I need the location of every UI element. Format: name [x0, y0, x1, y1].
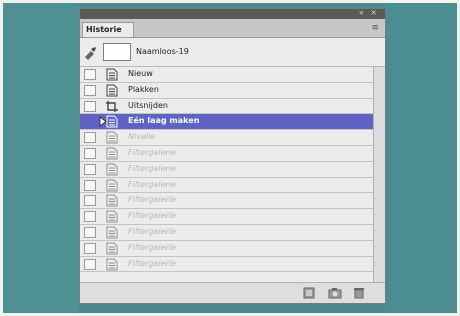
document-icon — [106, 131, 118, 144]
history-source-checkbox[interactable] — [84, 84, 96, 96]
history-source-checkbox[interactable] — [84, 132, 96, 144]
history-state-row[interactable]: Filtergalerie — [80, 256, 385, 273]
panel-menu-icon[interactable]: ≡ — [371, 23, 379, 33]
history-state-label: Filtergalerie — [128, 195, 176, 205]
history-state-label: Filtergalerie — [128, 163, 176, 173]
history-state-label: Filtergalerie — [128, 179, 176, 189]
history-state-label: Uitsnijden — [128, 100, 168, 110]
document-icon — [106, 179, 118, 192]
history-state-label: Filtergalerie — [128, 147, 176, 157]
history-source-checkbox[interactable] — [84, 147, 96, 159]
history-state-row[interactable]: Filtergalerie — [80, 193, 385, 210]
tab-historie[interactable]: Historie — [82, 22, 134, 37]
history-source-checkbox[interactable] — [84, 69, 96, 80]
history-state-row[interactable]: Plakken — [80, 82, 385, 99]
history-source-checkbox[interactable] — [84, 242, 96, 254]
history-source-checkbox[interactable] — [84, 226, 96, 238]
history-source-checkbox[interactable] — [84, 116, 96, 128]
history-state-row[interactable]: Filtergalerie — [80, 177, 385, 194]
history-state-label: Filtergalerie — [128, 226, 176, 236]
history-state-row[interactable]: Eén laag maken — [80, 114, 385, 131]
window-controls[interactable]: « × — [359, 9, 379, 17]
document-icon — [106, 210, 118, 223]
history-state-label: Nivelle — [128, 132, 156, 142]
new-snapshot-icon[interactable] — [328, 287, 342, 299]
snapshot-row[interactable]: Naamloos-19 — [80, 38, 385, 67]
history-state-row[interactable]: Nivelle — [80, 130, 385, 146]
history-state-row[interactable]: Filtergalerie — [80, 209, 385, 225]
document-icon — [106, 226, 118, 239]
history-state-label: Plakken — [128, 84, 159, 94]
scrollbar[interactable]: ▼ — [373, 67, 385, 303]
panel-bottom-toolbar — [80, 282, 385, 303]
snapshot-name: Naamloos-19 — [136, 47, 189, 56]
history-source-checkbox[interactable] — [84, 195, 96, 207]
document-icon — [106, 258, 118, 271]
tab-bar: Historie ≡ — [80, 19, 385, 38]
history-state-label: Filtergalerie — [128, 242, 176, 252]
history-source-checkbox[interactable] — [84, 179, 96, 191]
crop-icon — [106, 100, 118, 112]
document-icon — [106, 68, 118, 81]
history-state-label: Eén laag maken — [128, 116, 200, 126]
history-state-row[interactable]: Uitsnijden — [80, 98, 385, 115]
history-state-row[interactable]: Nieuw — [80, 67, 385, 83]
document-icon — [106, 147, 118, 160]
history-source-checkbox[interactable] — [84, 163, 96, 175]
history-state-row[interactable]: Filtergalerie — [80, 240, 385, 257]
delete-state-icon[interactable] — [352, 287, 366, 299]
document-icon — [106, 242, 118, 255]
history-source-checkbox[interactable] — [84, 258, 96, 270]
history-brush-icon[interactable] — [83, 46, 97, 60]
document-icon — [106, 163, 118, 176]
history-state-label: Nieuw — [128, 69, 153, 78]
history-source-checkbox[interactable] — [84, 100, 96, 112]
history-list: Nieuw Plakken Uitsnijden Eén laag maken Nive… — [80, 67, 385, 282]
history-panel: « × Historie ≡ Naamloos-19 Nieuw Plakken U… — [79, 8, 386, 304]
history-source-checkbox[interactable] — [84, 211, 96, 223]
document-icon — [106, 194, 118, 207]
history-state-label: Filtergalerie — [128, 258, 176, 268]
history-state-row[interactable]: Filtergalerie — [80, 145, 385, 162]
history-state-label: Filtergalerie — [128, 211, 176, 221]
snapshot-thumbnail[interactable] — [103, 43, 131, 61]
history-state-row[interactable]: Filtergalerie — [80, 161, 385, 178]
history-state-row[interactable]: Filtergalerie — [80, 224, 385, 241]
new-document-from-state-icon[interactable] — [302, 287, 316, 299]
document-icon — [106, 115, 118, 128]
document-icon — [106, 84, 118, 97]
panel-title-bar: « × — [80, 9, 385, 19]
